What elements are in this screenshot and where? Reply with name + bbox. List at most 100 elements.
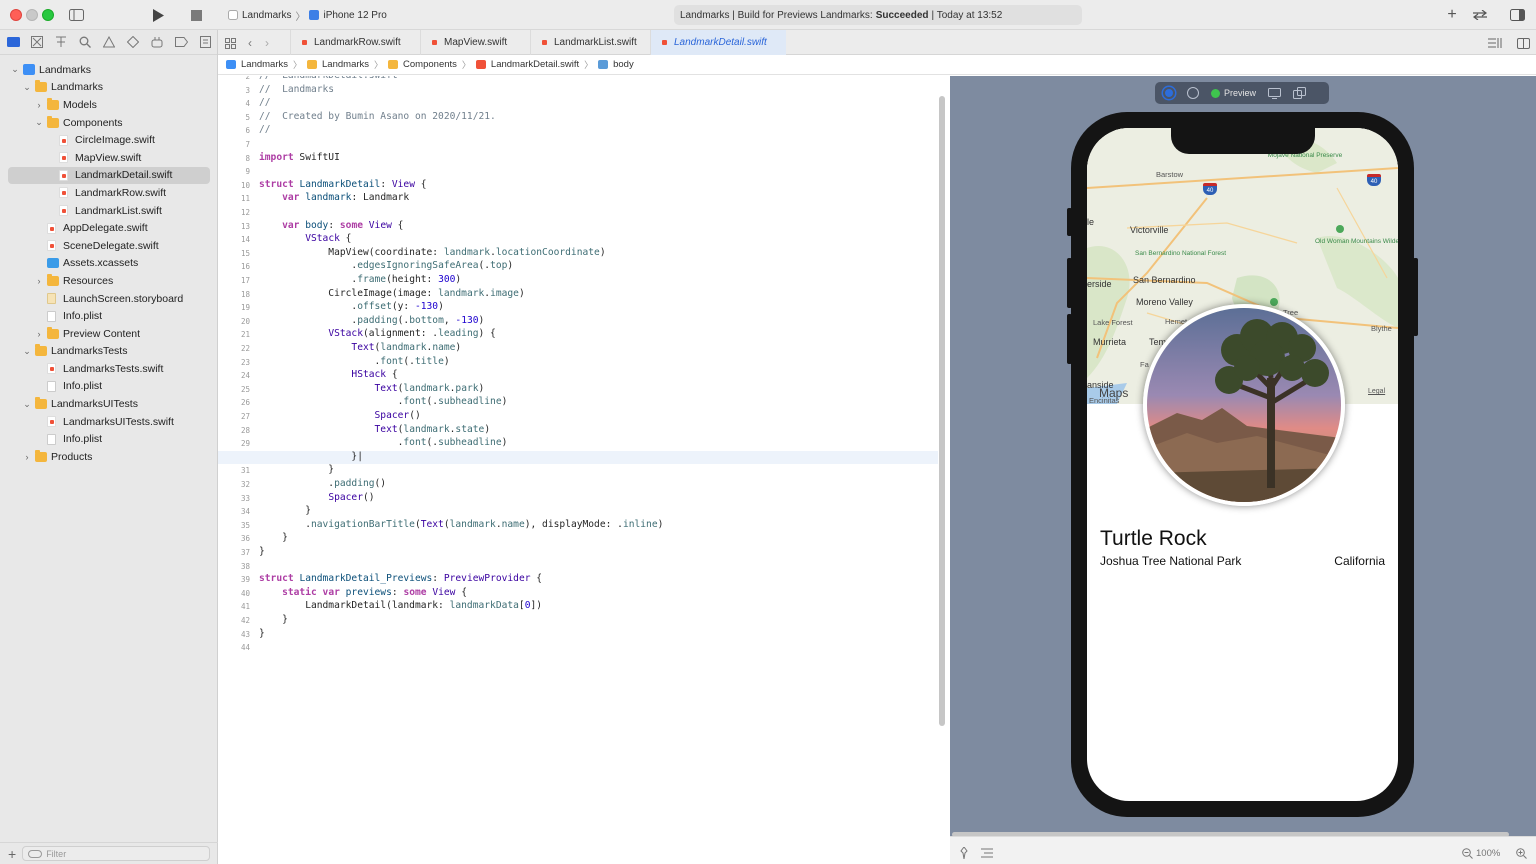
code-line[interactable]: } [259, 464, 334, 475]
code-line[interactable]: } [259, 546, 265, 557]
editor-tab[interactable]: LandmarkDetail.swift [650, 30, 786, 55]
editor-tab[interactable]: LandmarkList.swift [530, 30, 650, 55]
code-line[interactable]: // [259, 97, 271, 108]
navigator-item[interactable]: AppDelegate.swift [0, 219, 218, 237]
code-line[interactable]: .font(.title) [259, 356, 450, 367]
toggle-navigator-icon[interactable] [68, 6, 84, 24]
breakpoint-icon[interactable] [174, 35, 188, 49]
close-window-button[interactable] [10, 9, 22, 21]
inspect-preview-icon[interactable] [1187, 87, 1199, 99]
navigator-item[interactable]: ⌄ Components [0, 114, 218, 132]
navigator-item[interactable]: LandmarkDetail.swift [8, 166, 210, 185]
navigator-item[interactable]: LandmarksUITests.swift [0, 413, 218, 431]
code-line[interactable]: CircleImage(image: landmark.image) [259, 288, 524, 299]
navigator-item[interactable]: › Products [0, 448, 218, 466]
split-editor-icon[interactable] [1516, 34, 1530, 52]
debug-icon[interactable] [150, 35, 164, 49]
code-line[interactable]: struct LandmarkDetail: View { [259, 179, 427, 190]
search-icon[interactable] [78, 35, 92, 49]
report-icon[interactable] [198, 35, 212, 49]
code-line[interactable]: .padding(.bottom, -130) [259, 315, 484, 326]
code-line[interactable]: Text(landmark.state) [259, 424, 491, 435]
device-settings-icon[interactable] [1268, 87, 1282, 99]
code-line[interactable]: .offset(y: -130) [259, 301, 443, 312]
editor-options-icon[interactable] [1488, 34, 1502, 52]
code-line[interactable]: var body: some View { [259, 220, 403, 231]
chevron-down-icon[interactable]: ⌄ [22, 399, 32, 410]
navigator-item[interactable]: Info.plist [0, 307, 218, 325]
symbol-icon[interactable] [54, 35, 68, 49]
run-button[interactable] [150, 6, 166, 24]
navigator-item[interactable]: ⌄ Landmarks [0, 79, 218, 97]
folder-icon[interactable] [6, 35, 20, 49]
code-line[interactable]: VStack { [259, 233, 351, 244]
code-line[interactable]: // Created by Bumin Asano on 2020/11/21. [259, 111, 496, 122]
map-legal-link[interactable]: Legal [1368, 388, 1385, 395]
code-line[interactable]: // [259, 124, 271, 135]
jump-bar-item[interactable]: Components [403, 59, 457, 70]
navigator-item[interactable]: MapView.swift [0, 149, 218, 167]
code-line[interactable]: } [259, 628, 265, 639]
code-line[interactable]: MapView(coordinate: landmark.locationCoo… [259, 247, 605, 258]
forward-icon[interactable]: › [262, 34, 272, 52]
code-line[interactable]: } [259, 614, 288, 625]
add-file-icon[interactable]: + [8, 846, 16, 862]
toggle-inspector-icon[interactable] [1509, 6, 1525, 24]
device-screen[interactable]: Mojave National Preserve Barstow 40 40 l… [1087, 128, 1398, 801]
code-line[interactable]: var landmark: Landmark [259, 192, 409, 203]
code-line[interactable]: } [259, 505, 311, 516]
code-line[interactable]: struct LandmarkDetail_Previews: PreviewP… [259, 573, 542, 584]
chevron-right-icon[interactable]: › [34, 329, 44, 339]
pin-icon[interactable] [958, 847, 970, 859]
zoom-window-button[interactable] [42, 9, 54, 21]
source-control-icon[interactable] [30, 35, 44, 49]
zoom-in-icon[interactable] [1516, 848, 1527, 859]
navigator-item[interactable]: ⌄ Landmarks [0, 61, 218, 79]
navigator-item[interactable]: ⌄ LandmarksUITests [0, 395, 218, 413]
code-line[interactable]: Text(landmark.name) [259, 342, 461, 353]
code-line[interactable]: VStack(alignment: .leading) { [259, 328, 496, 339]
scheme-selector[interactable]: Landmarks 〉 iPhone 12 Pro [228, 7, 387, 23]
chevron-down-icon[interactable]: ⌄ [10, 64, 20, 75]
navigator-item[interactable]: LaunchScreen.storyboard [0, 290, 218, 308]
test-icon[interactable] [126, 35, 140, 49]
code-line[interactable]: LandmarkDetail(landmark: landmarkData[0]… [259, 600, 542, 611]
code-line[interactable]: static var previews: some View { [259, 587, 467, 598]
navigator-item[interactable]: CircleImage.swift [0, 131, 218, 149]
editor-vertical-scrollbar[interactable] [939, 96, 945, 726]
navigator-item[interactable]: › Preview Content [0, 325, 218, 343]
live-preview-icon[interactable] [1163, 87, 1175, 99]
code-line[interactable]: .font(.subheadline) [259, 437, 508, 448]
code-line[interactable]: import SwiftUI [259, 152, 340, 163]
list-icon[interactable] [981, 848, 993, 858]
chevron-down-icon[interactable]: ⌄ [34, 117, 44, 128]
navigator-item[interactable]: LandmarkRow.swift [0, 184, 218, 202]
preview-button[interactable]: Preview [1211, 88, 1256, 98]
code-review-icon[interactable] [1471, 6, 1489, 24]
navigator-item[interactable]: Assets.xcassets [0, 255, 218, 273]
navigator-item[interactable]: LandmarksTests.swift [0, 360, 218, 378]
code-line[interactable]: // LandmarkDetail.swift [259, 76, 398, 81]
chevron-right-icon[interactable]: › [22, 452, 32, 462]
navigator-item[interactable]: › Resources [0, 272, 218, 290]
code-line[interactable]: Spacer() [259, 410, 421, 421]
jump-bar-item[interactable]: body [613, 59, 634, 70]
jump-bar-item[interactable]: Landmarks [241, 59, 288, 70]
navigator-item[interactable]: Info.plist [0, 430, 218, 448]
chevron-right-icon[interactable]: › [34, 276, 44, 286]
chevron-down-icon[interactable]: ⌄ [22, 82, 32, 93]
grid-icon[interactable] [224, 34, 236, 52]
code-line[interactable]: }| [259, 451, 363, 462]
stop-button[interactable] [188, 6, 204, 24]
code-line[interactable]: .font(.subheadline) [259, 396, 508, 407]
back-icon[interactable]: ‹ [245, 34, 255, 52]
navigator-item[interactable]: › Models [0, 96, 218, 114]
code-line[interactable]: } [259, 532, 288, 543]
navigator-item[interactable]: LandmarkList.swift [0, 202, 218, 220]
chevron-down-icon[interactable]: ⌄ [22, 346, 32, 357]
code-line[interactable]: .frame(height: 300) [259, 274, 461, 285]
code-line[interactable]: .padding() [259, 478, 386, 489]
editor-tab[interactable]: MapView.swift [420, 30, 530, 55]
code-line[interactable]: Spacer() [259, 492, 374, 503]
navigator-item[interactable]: Info.plist [0, 378, 218, 396]
